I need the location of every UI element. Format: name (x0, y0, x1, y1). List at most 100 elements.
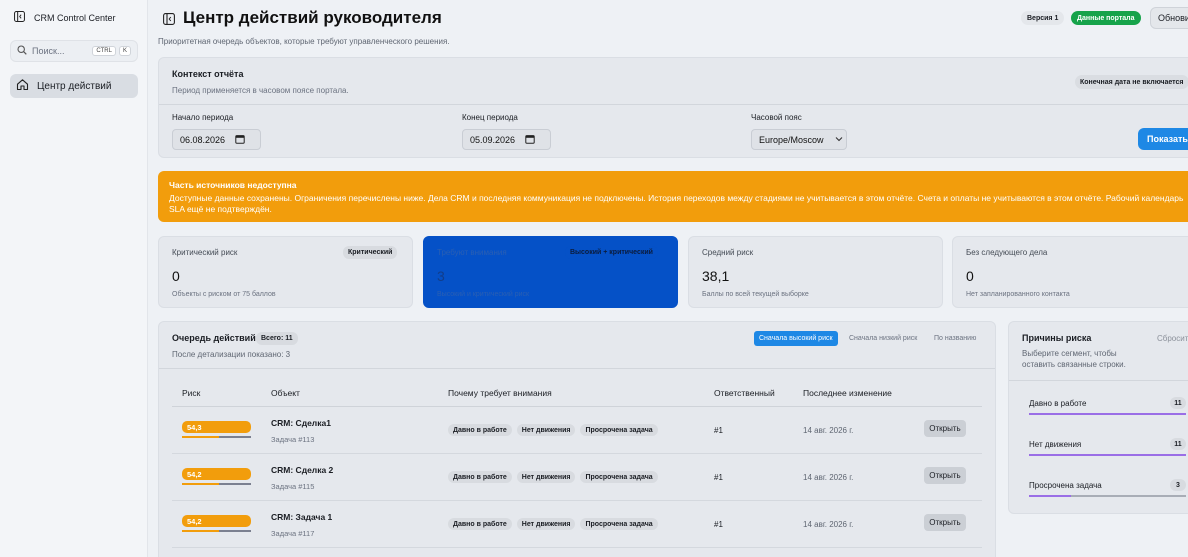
reason-tag: Давно в работе (448, 518, 512, 530)
kbd-k: K (118, 46, 131, 56)
kpi-label: Требуют внимания (437, 248, 507, 257)
risk-reasons-panel: Причины риска Сбросить Выберите сегмент,… (1008, 321, 1188, 514)
context-subtitle: Период применяется в часовом поясе порта… (172, 86, 349, 95)
risk-score-badge: 54,2 (182, 468, 251, 480)
kpi-card-average-risk[interactable]: Средний риск 38,1 Баллы по всей текущей … (688, 236, 943, 308)
kpi-card-attention[interactable]: Требуют внимания Высокий + критический 3… (423, 236, 678, 308)
chevron-down-icon (834, 134, 844, 146)
sidebar-item-action-center[interactable]: Центр действий (10, 74, 138, 98)
show-button[interactable]: Показать (1138, 128, 1188, 150)
object-name[interactable]: CRM: Сделка1 (271, 418, 331, 428)
reason-bar (1029, 413, 1186, 415)
reason-tag: Просрочена задача (580, 424, 658, 436)
timezone-label: Часовой пояс (751, 113, 802, 122)
reason-tag: Нет движения (516, 424, 576, 436)
column-header-risk: Риск (182, 388, 201, 398)
kpi-badge: Критический (343, 246, 398, 259)
sidebar: CRM Control Center Поиск... CTRL K Центр… (0, 0, 148, 557)
risk-score-bar (182, 436, 251, 438)
risk-score-bar (182, 530, 251, 532)
end-date-label: Конец периода (462, 113, 518, 122)
divider (159, 104, 1188, 105)
reasons-subtitle: Выберите сегмент, чтобы оставить связанн… (1022, 349, 1126, 369)
kpi-note: Объекты с риском от 75 баллов (172, 291, 276, 298)
sidebar-toggle-icon[interactable] (14, 11, 25, 24)
owner: #1 (714, 473, 723, 482)
risk-score-badge: 54,2 (182, 515, 251, 527)
sources-warning-banner: Часть источников недоступна Доступные да… (158, 171, 1188, 222)
reason-tag: Давно в работе (448, 471, 512, 483)
reason-tags: Давно в работе Нет движения Просрочена з… (448, 471, 658, 483)
action-queue-panel: Очередь действий Всего: 11 После детализ… (158, 321, 996, 557)
kpi-label: Средний риск (702, 248, 754, 257)
column-header-reason: Почему требует внимания (448, 388, 552, 398)
timezone-value: Europe/Moscow (759, 134, 824, 145)
object-subtitle: Задача #117 (271, 529, 315, 538)
object-name[interactable]: CRM: Задача 1 (271, 512, 332, 522)
search-input[interactable]: Поиск... CTRL K (10, 40, 138, 62)
kpi-value: 3 (437, 268, 445, 284)
risk-score-bar (182, 483, 251, 485)
reason-tag: Нет движения (516, 471, 576, 483)
calendar-icon[interactable] (525, 134, 535, 146)
report-context-panel: Контекст отчёта Период применяется в час… (158, 57, 1188, 158)
sort-low-risk-first[interactable]: Сначала низкий риск (844, 331, 922, 346)
risk-score-badge: 54,3 (182, 421, 251, 433)
open-button[interactable]: Открыть (924, 420, 966, 437)
kpi-label: Без следующего дела (966, 248, 1048, 257)
kpi-note: Баллы по всей текущей выборке (702, 291, 809, 298)
table-row[interactable]: 54,2 CRM: Задача 1 Задача #117 Давно в р… (172, 501, 982, 548)
brand: CRM Control Center (14, 11, 116, 24)
last-changed: 14 авг. 2026 г. (803, 520, 854, 529)
open-button[interactable]: Открыть (924, 467, 966, 484)
warning-title: Часть источников недоступна (169, 180, 297, 190)
timezone-select[interactable]: Europe/Moscow (751, 129, 847, 150)
end-date-field[interactable]: 05.09.2026 (462, 129, 551, 150)
start-date-value: 06.08.2026 (180, 134, 226, 145)
kpi-value: 38,1 (702, 268, 730, 284)
reasons-title: Причины риска (1022, 333, 1092, 343)
reset-button[interactable]: Сбросить (1157, 334, 1188, 343)
kpi-card-no-next-task[interactable]: Без следующего дела 0 Нет запланированно… (952, 236, 1188, 308)
start-date-label: Начало периода (172, 113, 234, 122)
search-placeholder: Поиск... (32, 46, 65, 56)
reason-tag: Давно в работе (448, 424, 512, 436)
start-date-field[interactable]: 06.08.2026 (172, 129, 261, 150)
reason-tag: Нет движения (516, 518, 576, 530)
kpi-value: 0 (966, 268, 974, 284)
owner: #1 (714, 520, 723, 529)
open-button[interactable]: Открыть (924, 514, 966, 531)
column-header-owner: Ответственный (714, 388, 775, 398)
object-subtitle: Задача #113 (271, 435, 315, 444)
last-changed: 14 авг. 2026 г. (803, 473, 854, 482)
table-row[interactable]: 54,3 CRM: Сделка1 Задача #113 Давно в ра… (172, 407, 982, 454)
sort-by-name[interactable]: По названию (929, 331, 981, 346)
column-header-object: Объект (271, 388, 300, 398)
context-title: Контекст отчёта (172, 69, 244, 79)
last-changed: 14 авг. 2026 г. (803, 426, 854, 435)
home-icon (16, 78, 29, 94)
queue-total-badge: Всего: 11 (256, 332, 298, 345)
kpi-card-critical[interactable]: Критический риск Критический 0 Объекты с… (158, 236, 413, 308)
search-shortcut: CTRL K (92, 46, 131, 56)
reason-tags: Давно в работе Нет движения Просрочена з… (448, 424, 658, 436)
reason-tag: Просрочена задача (580, 471, 658, 483)
portal-data-badge: Данные портала (1071, 11, 1141, 25)
calendar-icon[interactable] (235, 134, 245, 146)
kpi-value: 0 (172, 268, 180, 284)
kpi-label: Критический риск (172, 248, 238, 257)
reason-count: 11 (1170, 438, 1186, 450)
reason-label: Давно в работе (1029, 399, 1087, 408)
reason-label: Просрочена задача (1029, 481, 1102, 490)
divider (159, 368, 995, 369)
table-row[interactable]: 54,2 CRM: Сделка 2 Задача #115 Давно в р… (172, 454, 982, 501)
kpi-note: Нет запланированного контакта (966, 291, 1070, 298)
refresh-button[interactable]: Обновить (1150, 7, 1188, 29)
reason-count: 11 (1170, 397, 1186, 409)
brand-name: CRM Control Center (34, 12, 116, 23)
panel-toggle-icon[interactable] (163, 12, 175, 25)
end-date-note-badge: Конечная дата не включается (1075, 75, 1188, 89)
reason-count: 3 (1170, 479, 1186, 491)
sort-high-risk-first[interactable]: Сначала высокий риск (754, 331, 838, 346)
object-name[interactable]: CRM: Сделка 2 (271, 465, 333, 475)
